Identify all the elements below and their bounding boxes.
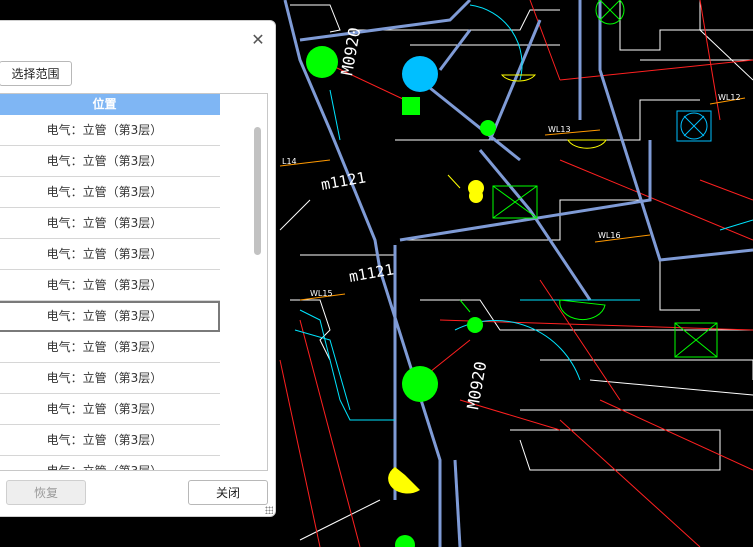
wire-label-wl12: WL12 [718, 93, 741, 102]
wire-label-wl13: WL13 [548, 125, 571, 134]
vertical-scrollbar-thumb[interactable] [254, 127, 261, 255]
door-label-m0920-bottom: M0920 [463, 360, 490, 411]
wire-label-wl14: L14 [282, 157, 297, 166]
table-row[interactable]: 电气：立管（第3层） [0, 239, 220, 270]
room-label-m1121-a: m1121 [320, 168, 368, 194]
table-row[interactable]: 电气：立管（第3层） [0, 115, 220, 146]
table-row[interactable]: 电气：立管（第3层） [0, 394, 220, 425]
table-row[interactable]: 电气：立管（第3层） [0, 363, 220, 394]
table-row[interactable]: 电气：立管（第3层） [0, 208, 220, 239]
close-dialog-button[interactable]: 关闭 [188, 480, 268, 505]
restore-button[interactable]: 恢复 [6, 480, 86, 505]
table-row[interactable]: 电气：立管（第3层） [0, 146, 220, 177]
wire-label-wl15: WL15 [310, 289, 333, 298]
select-range-button[interactable]: 选择范围 [0, 61, 72, 86]
resize-grip-icon[interactable] [265, 506, 273, 514]
table-rows: 电气：立管（第3层） 电气：立管（第3层） 电气：立管（第3层） 电气：立管（第… [0, 115, 220, 470]
yellow-fixtures [388, 74, 607, 494]
column-header-location: 位置 [0, 94, 220, 115]
table-row[interactable]: 电气：立管（第3层） [0, 177, 220, 208]
riser-location-dialog: ✕ 选择范围 位置 电气：立管（第3层） 电气：立管（第3层） 电气：立管（第3… [0, 20, 276, 517]
wire-label-wl16: WL16 [598, 231, 621, 240]
table-row[interactable]: 电气：立管（第3层） [0, 425, 220, 456]
table-row[interactable]: 电气：立管（第3层） [0, 270, 220, 301]
table-row[interactable]: 电气：立管（第3层） [0, 332, 220, 363]
table-row[interactable]: 电气：立管（第3层） [0, 456, 220, 470]
close-icon[interactable]: ✕ [249, 31, 267, 49]
room-label-m1121-b: m1121 [348, 260, 396, 286]
header-spacer [220, 94, 267, 115]
location-table: 位置 电气：立管（第3层） 电气：立管（第3层） 电气：立管（第3层） 电气：立… [0, 93, 268, 471]
table-row-selected[interactable]: 电气：立管（第3层） [0, 301, 220, 332]
